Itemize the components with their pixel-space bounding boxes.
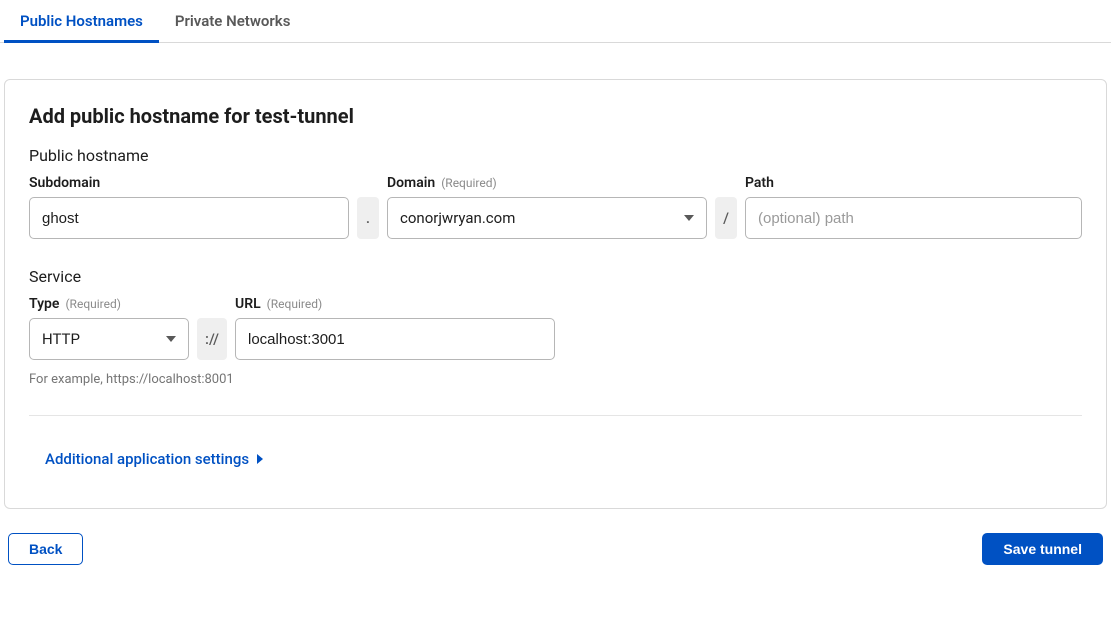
tabs: Public Hostnames Private Networks bbox=[0, 0, 1111, 43]
domain-field: Domain (Required) conorjwryan.com bbox=[387, 175, 707, 239]
subdomain-input[interactable] bbox=[29, 197, 349, 239]
protocol-separator: :// bbox=[197, 318, 227, 360]
subdomain-label: Subdomain bbox=[29, 175, 100, 191]
slash-separator: / bbox=[715, 197, 737, 239]
tab-public-hostnames[interactable]: Public Hostnames bbox=[4, 0, 159, 43]
url-label: URL bbox=[235, 296, 261, 312]
divider bbox=[29, 415, 1082, 416]
service-hint: For example, https://localhost:8001 bbox=[29, 372, 1082, 387]
service-section-label: Service bbox=[29, 267, 1082, 286]
type-required: (Required) bbox=[65, 297, 120, 311]
additional-settings-toggle[interactable]: Additional application settings bbox=[29, 450, 1082, 468]
url-required: (Required) bbox=[267, 297, 322, 311]
domain-required: (Required) bbox=[441, 176, 496, 190]
dot-separator: . bbox=[357, 197, 379, 239]
caret-right-icon bbox=[257, 454, 263, 464]
url-input[interactable] bbox=[235, 318, 555, 360]
save-tunnel-button[interactable]: Save tunnel bbox=[982, 533, 1103, 565]
hostname-card: Add public hostname for test-tunnel Publ… bbox=[4, 79, 1107, 509]
footer: Back Save tunnel bbox=[0, 509, 1111, 569]
type-label: Type bbox=[29, 296, 59, 312]
public-hostname-section-label: Public hostname bbox=[29, 146, 1082, 165]
domain-label: Domain bbox=[387, 175, 435, 191]
service-row: Type (Required) HTTP :// URL (Required) bbox=[29, 296, 1082, 360]
card-title: Add public hostname for test-tunnel bbox=[29, 104, 1082, 128]
additional-settings-label: Additional application settings bbox=[45, 450, 249, 468]
subdomain-field: Subdomain bbox=[29, 175, 349, 239]
domain-value: conorjwryan.com bbox=[400, 209, 676, 227]
type-field: Type (Required) HTTP bbox=[29, 296, 189, 360]
chevron-down-icon bbox=[166, 336, 176, 342]
url-field: URL (Required) bbox=[235, 296, 555, 360]
type-value: HTTP bbox=[42, 330, 158, 348]
tab-private-networks[interactable]: Private Networks bbox=[159, 0, 307, 43]
path-label: Path bbox=[745, 175, 774, 191]
domain-select[interactable]: conorjwryan.com bbox=[387, 197, 707, 239]
path-field: Path bbox=[745, 175, 1082, 239]
back-button[interactable]: Back bbox=[8, 533, 83, 565]
path-input[interactable] bbox=[745, 197, 1082, 239]
chevron-down-icon bbox=[684, 215, 694, 221]
type-select[interactable]: HTTP bbox=[29, 318, 189, 360]
hostname-row: Subdomain . Domain (Required) conorjwrya… bbox=[29, 175, 1082, 239]
